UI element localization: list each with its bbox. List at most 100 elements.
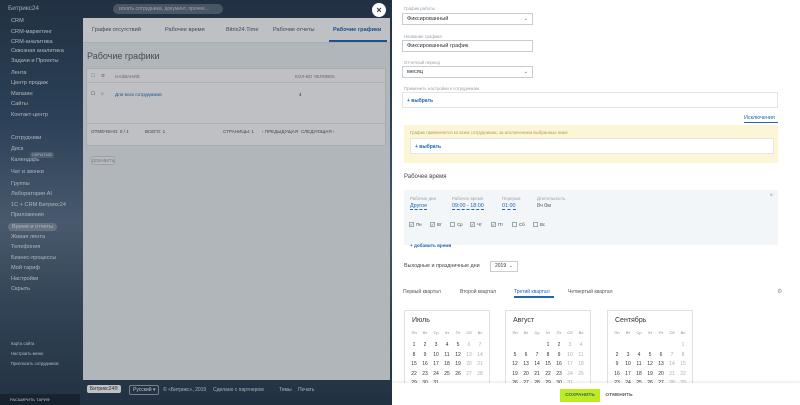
calendar-day[interactable]: 21 [532,371,542,377]
calendar-day[interactable]: 9 [612,361,622,367]
calendar-day[interactable]: 1 [409,342,419,348]
exceptions-selector[interactable]: + выбрать [410,138,774,154]
calendar-day[interactable]: 22 [543,371,553,377]
weekday-checkbox[interactable]: Вс [533,222,545,228]
quarter-tab[interactable]: Второй квартал [460,289,496,295]
select-exceptions-link[interactable]: + выбрать [415,144,441,150]
calendar-day[interactable]: 10 [431,352,441,358]
calendar-day[interactable]: 15 [409,361,419,367]
calendar-day[interactable]: 11 [442,352,452,358]
calendar-day[interactable]: 16 [554,361,564,367]
weekday-checkbox[interactable]: Сб [512,222,525,228]
calendar-day[interactable]: 16 [420,361,430,367]
calendar-day[interactable]: 28 [475,371,485,377]
wt-days-value[interactable]: Другое [410,203,428,210]
calendar-day[interactable]: 18 [576,361,586,367]
quarter-tab[interactable]: Первый квартал [403,289,441,295]
weekday-checkbox[interactable]: ✓ Пн [409,222,422,228]
calendar-day[interactable]: 25 [576,371,586,377]
calendar-day[interactable]: 12 [453,352,463,358]
weekday-checkbox[interactable]: ✓ Вт [430,222,442,228]
wt-time-value[interactable]: 09:00 - 18:00 [452,203,484,210]
calendar-day[interactable]: 11 [576,352,586,358]
calendar-day[interactable]: 5 [453,342,463,348]
calendar-day[interactable]: 14 [667,361,677,367]
weekday-checkbox[interactable]: Ср [450,222,463,228]
calendar-day[interactable]: 4 [576,342,586,348]
calendar-day[interactable]: 2 [554,342,564,348]
calendar-day[interactable]: 13 [464,352,474,358]
weekday-checkbox[interactable]: ✓ Пт [491,222,503,228]
calendar-day[interactable]: 27 [464,371,474,377]
calendar-day[interactable]: 23 [420,371,430,377]
calendar-day[interactable]: 16 [612,371,622,377]
calendar-day[interactable]: 15 [543,361,553,367]
calendar-day[interactable]: 9 [554,352,564,358]
calendar-day[interactable]: 23 [554,371,564,377]
calendar-day[interactable]: 7 [532,352,542,358]
calendar-day[interactable]: 15 [678,361,688,367]
calendar-day[interactable]: 7 [667,352,677,358]
gear-icon[interactable]: ⚙ [777,288,782,295]
calendar-day[interactable]: 24 [565,371,575,377]
save-button[interactable]: СОХРАНИТЬ [560,389,600,402]
calendar-day[interactable]: 14 [475,352,485,358]
cancel-button[interactable]: ОТМЕНИТЬ [604,389,634,402]
calendar-day[interactable]: 8 [409,352,419,358]
calendar-day[interactable]: 19 [453,361,463,367]
calendar-day[interactable]: 9 [420,352,430,358]
calendar-day[interactable]: 6 [464,342,474,348]
calendar-day[interactable]: 3 [431,342,441,348]
calendar-day[interactable]: 19 [645,371,655,377]
calendar-day[interactable]: 19 [510,371,520,377]
calendar-day[interactable]: 21 [667,371,677,377]
calendar-day[interactable]: 13 [656,361,666,367]
work-type-select[interactable]: Фиксированный ⌄ [402,13,533,25]
calendar-day[interactable]: 1 [543,342,553,348]
calendar-day[interactable]: 11 [634,361,644,367]
calendar-day[interactable]: 21 [475,361,485,367]
weekday-checkbox[interactable]: ✓ Чт [470,222,482,228]
add-time-link[interactable]: + добавить время [410,243,451,248]
calendar-day[interactable]: 10 [623,361,633,367]
calendar-day[interactable]: 4 [442,342,452,348]
calendar-day[interactable]: 20 [464,361,474,367]
calendar-day[interactable]: 5 [645,352,655,358]
schedule-name-field[interactable]: Фиксированный график [402,40,533,52]
calendar-day[interactable]: 18 [634,371,644,377]
calendar-day[interactable]: 3 [565,342,575,348]
calendar-day[interactable]: 4 [634,352,644,358]
quarter-tab[interactable]: Четвертый квартал [568,289,613,295]
calendar-day[interactable]: 7 [475,342,485,348]
calendar-day[interactable]: 25 [442,371,452,377]
calendar-day[interactable]: 17 [431,361,441,367]
calendar-day[interactable]: 26 [453,371,463,377]
calendar-day[interactable]: 2 [612,352,622,358]
calendar-day[interactable]: 24 [431,371,441,377]
calendar-day[interactable]: 8 [543,352,553,358]
calendar-day[interactable]: 17 [623,371,633,377]
calendar-day[interactable]: 22 [409,371,419,377]
calendar-day[interactable]: 5 [510,352,520,358]
calendar-day[interactable]: 6 [656,352,666,358]
calendar-day[interactable]: 22 [678,371,688,377]
calendar-day[interactable]: 2 [420,342,430,348]
year-select[interactable]: 2019 ⌄ [490,261,518,272]
calendar-day[interactable]: 20 [656,371,666,377]
calendar-day[interactable]: 12 [510,361,520,367]
calendar-day[interactable]: 18 [442,361,452,367]
overlay-shade[interactable] [0,0,392,405]
calendar-day[interactable]: 14 [532,361,542,367]
calendar-day[interactable]: 8 [678,352,688,358]
remove-interval-icon[interactable]: × [769,193,773,199]
calendar-day[interactable]: 20 [521,371,531,377]
quarter-tab[interactable]: Третий квартал [514,289,550,295]
period-select[interactable]: месяц ⌄ [402,66,533,78]
select-employees-link[interactable]: + выбрать [407,98,433,104]
calendar-day[interactable]: 10 [565,352,575,358]
exceptions-link[interactable]: Исключения [744,115,775,121]
calendar-day[interactable]: 13 [521,361,531,367]
calendar-day[interactable]: 3 [623,352,633,358]
calendar-day[interactable]: 6 [521,352,531,358]
employees-selector[interactable]: + выбрать [402,92,778,108]
